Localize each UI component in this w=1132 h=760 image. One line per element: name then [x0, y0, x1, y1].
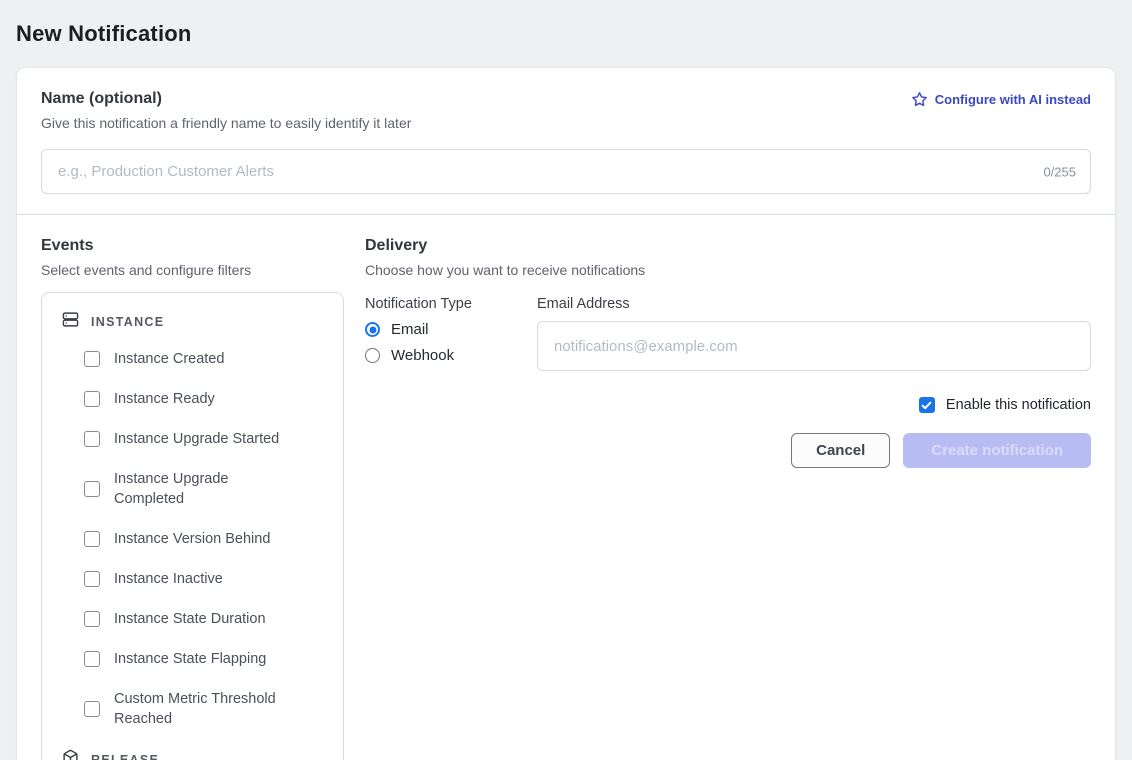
- radio-option-webhook[interactable]: Webhook: [365, 347, 537, 364]
- char-counter: 0/255: [1043, 164, 1076, 179]
- event-item-label: Instance Upgrade Started: [114, 429, 279, 449]
- name-section: Name (optional) Configure with AI instea…: [17, 68, 1115, 214]
- checkbox[interactable]: [84, 531, 100, 547]
- event-item-label: Instance Created: [114, 349, 224, 369]
- checkbox[interactable]: [84, 701, 100, 717]
- event-item-instance-created[interactable]: Instance Created: [84, 349, 327, 369]
- checkbox[interactable]: [84, 481, 100, 497]
- email-block: Email Address: [537, 296, 1091, 371]
- email-address-label: Email Address: [537, 296, 1091, 312]
- event-item-instance-inactive[interactable]: Instance Inactive: [84, 569, 327, 589]
- name-section-subtitle: Give this notification a friendly name t…: [41, 115, 1091, 131]
- server-icon: [62, 311, 79, 333]
- name-input-wrap: 0/255: [41, 149, 1091, 194]
- split-section: Events Select events and configure filte…: [17, 214, 1115, 760]
- name-input[interactable]: [58, 163, 1030, 180]
- button-row: Cancel Create notification: [365, 433, 1091, 468]
- events-subtitle: Select events and configure filters: [41, 262, 344, 278]
- event-item-instance-version-behind[interactable]: Instance Version Behind: [84, 529, 327, 549]
- checkbox[interactable]: [84, 431, 100, 447]
- event-item-instance-upgrade-completed[interactable]: Instance Upgrade Completed: [84, 469, 327, 509]
- event-item-label: Instance State Duration: [114, 609, 266, 629]
- star-icon: [911, 91, 928, 108]
- event-group-label: RELEASE: [91, 753, 159, 760]
- notification-type-label: Notification Type: [365, 296, 537, 312]
- event-item-instance-ready[interactable]: Instance Ready: [84, 389, 327, 409]
- delivery-subtitle: Choose how you want to receive notificat…: [365, 262, 1091, 278]
- page-title: New Notification: [16, 21, 1116, 47]
- event-item-label: Instance Version Behind: [114, 529, 270, 549]
- email-input[interactable]: [554, 338, 1074, 355]
- event-group-header-instance: INSTANCE: [62, 311, 327, 333]
- event-item-label: Custom Metric Threshold Reached: [114, 689, 290, 729]
- create-notification-button[interactable]: Create notification: [903, 433, 1091, 468]
- event-item-label: Instance Inactive: [114, 569, 223, 589]
- delivery-title: Delivery: [365, 237, 1091, 255]
- enable-checkbox[interactable]: [919, 397, 935, 413]
- configure-with-ai-link[interactable]: Configure with AI instead: [911, 91, 1091, 108]
- checkbox[interactable]: [84, 571, 100, 587]
- delivery-column: Delivery Choose how you want to receive …: [365, 237, 1091, 760]
- event-item-custom-metric-threshold[interactable]: Custom Metric Threshold Reached: [84, 689, 327, 729]
- event-item-label: Instance State Flapping: [114, 649, 266, 669]
- checkbox[interactable]: [84, 391, 100, 407]
- event-group-label: INSTANCE: [91, 315, 164, 329]
- events-title: Events: [41, 237, 344, 255]
- enable-notification-row[interactable]: Enable this notification: [365, 397, 1091, 413]
- radio-webhook[interactable]: [365, 348, 380, 363]
- package-icon: [62, 749, 79, 760]
- event-item-instance-state-duration[interactable]: Instance State Duration: [84, 609, 327, 629]
- radio-webhook-label: Webhook: [391, 347, 454, 364]
- event-item-instance-state-flapping[interactable]: Instance State Flapping: [84, 649, 327, 669]
- checkbox[interactable]: [84, 611, 100, 627]
- event-group-header-release: RELEASE: [62, 749, 327, 760]
- radio-email-label: Email: [391, 321, 429, 338]
- enable-notification-label: Enable this notification: [946, 397, 1091, 413]
- events-column: Events Select events and configure filte…: [41, 237, 344, 760]
- configure-with-ai-label: Configure with AI instead: [935, 92, 1091, 107]
- radio-option-email[interactable]: Email: [365, 321, 537, 338]
- email-input-wrap: [537, 321, 1091, 371]
- checkbox[interactable]: [84, 651, 100, 667]
- radio-email[interactable]: [365, 322, 380, 337]
- events-box: INSTANCE Instance Created Instance Ready…: [41, 292, 344, 760]
- notification-type-block: Notification Type Email Webhook: [365, 296, 537, 371]
- cancel-button[interactable]: Cancel: [791, 433, 890, 468]
- event-item-label: Instance Ready: [114, 389, 215, 409]
- event-item-instance-upgrade-started[interactable]: Instance Upgrade Started: [84, 429, 327, 449]
- event-item-label: Instance Upgrade Completed: [114, 469, 290, 509]
- new-notification-card: Name (optional) Configure with AI instea…: [16, 67, 1116, 760]
- checkbox[interactable]: [84, 351, 100, 367]
- name-section-title: Name (optional): [41, 90, 162, 108]
- page-header: New Notification: [0, 0, 1132, 67]
